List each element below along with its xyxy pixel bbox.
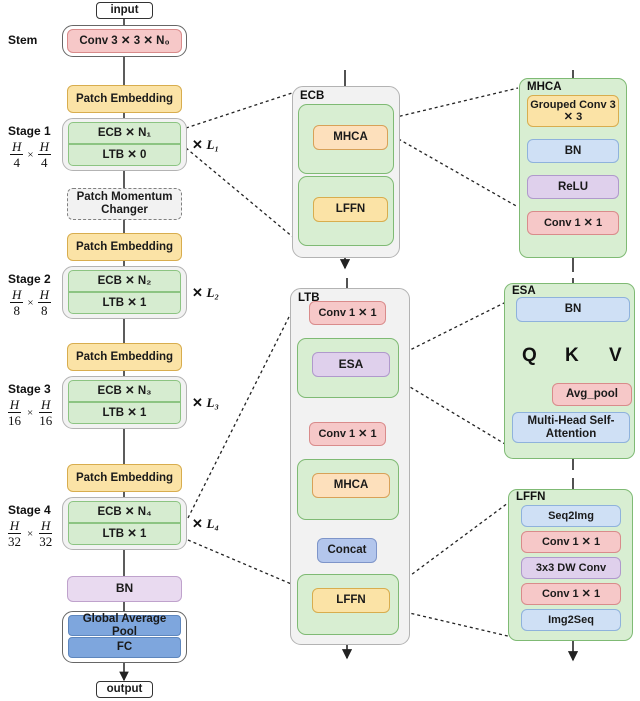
- stage-4-repeat: ✕ L₄: [192, 516, 219, 531]
- lffn-dw-conv: 3x3 DW Conv: [521, 557, 621, 579]
- ecb-title: ECB: [300, 90, 325, 102]
- lffn-seq2img: Seq2Img: [521, 505, 621, 527]
- esa-avg-pool: Avg_pool: [552, 383, 632, 406]
- esa-branch-v: V: [609, 345, 622, 366]
- stage-1-ltb: LTB ✕ 0: [68, 144, 181, 166]
- ltb-conv-mid: Conv 1 ✕ 1: [309, 422, 386, 446]
- stage-3-repeat: ✕ L₃: [192, 395, 219, 410]
- patch-embedding-1: Patch Embedding: [67, 85, 182, 113]
- ltb-concat-block: Concat: [317, 538, 377, 563]
- stage-3-label: Stage 3: [8, 382, 51, 396]
- esa-branch-k: K: [565, 345, 579, 366]
- patch-embedding-4: Patch Embedding: [67, 464, 182, 492]
- stem-conv-block: Conv 3 ✕ 3 ✕ N₀: [67, 29, 182, 53]
- fc-layer: FC: [68, 637, 181, 658]
- input-node: input: [96, 2, 153, 19]
- stem-label: Stem: [8, 33, 38, 47]
- architecture-diagram: input Stem Conv 3 ✕ 3 ✕ N₀ Patch Embeddi…: [0, 0, 640, 701]
- patch-embedding-2: Patch Embedding: [67, 233, 182, 261]
- mhca-detail-title: MHCA: [527, 81, 562, 93]
- stage-4-ecb: ECB ✕ N₄: [68, 501, 181, 523]
- output-node: output: [96, 681, 153, 698]
- patch-embedding-3: Patch Embedding: [67, 343, 182, 371]
- ltb-conv-in: Conv 1 ✕ 1: [309, 301, 386, 325]
- res-num: H: [10, 139, 24, 155]
- mhca-relu: ReLU: [527, 175, 619, 199]
- ltb-lffn-block: LFFN: [312, 588, 390, 613]
- stage-3-ecb: ECB ✕ N₃: [68, 380, 181, 402]
- stage-2-repeat: ✕ L₂: [192, 285, 219, 300]
- esa-branch-q: Q: [522, 345, 537, 366]
- stage-1-repeat: ✕ L₁: [192, 137, 219, 152]
- ecb-lffn-block: LFFN: [313, 197, 388, 222]
- stage-2-ltb: LTB ✕ 1: [68, 292, 181, 314]
- lffn-detail-title: LFFN: [516, 491, 546, 503]
- lffn-img2seq: Img2Seq: [521, 609, 621, 631]
- esa-detail-title: ESA: [512, 285, 536, 297]
- stage-2-resolution: H8 × H8: [10, 287, 51, 318]
- stage-4-resolution: H 32 × H 32: [7, 518, 53, 549]
- esa-bn: BN: [516, 297, 630, 322]
- lffn-conv-1x1-a: Conv 1 ✕ 1: [521, 531, 621, 553]
- stage-1-label: Stage 1: [8, 124, 51, 138]
- global-average-pool: Global Average Pool: [68, 613, 181, 638]
- stage-1-ecb: ECB ✕ N₁: [68, 122, 181, 144]
- mhca-conv-1x1: Conv 1 ✕ 1: [527, 211, 619, 235]
- stage-2-label: Stage 2: [8, 272, 51, 286]
- backbone-bn: BN: [67, 576, 182, 602]
- esa-multi-head-self-attention: Multi-Head Self-Attention: [512, 412, 630, 443]
- stage-4-label: Stage 4: [8, 503, 51, 517]
- ecb-mhca-block: MHCA: [313, 125, 388, 150]
- lffn-conv-1x1-b: Conv 1 ✕ 1: [521, 583, 621, 605]
- mhca-bn: BN: [527, 139, 619, 163]
- ltb-title: LTB: [298, 292, 320, 304]
- stage-3-resolution: H 16 × H 16: [7, 397, 53, 428]
- patch-momentum-changer: Patch Momentum Changer: [67, 188, 182, 220]
- ltb-mhca-block: MHCA: [312, 473, 390, 498]
- stage-1-resolution: H4 × H4: [10, 139, 51, 170]
- stage-2-ecb: ECB ✕ N₂: [68, 270, 181, 292]
- stage-3-ltb: LTB ✕ 1: [68, 402, 181, 424]
- mhca-grouped-conv: Grouped Conv 3 ✕ 3: [527, 95, 619, 127]
- stage-4-ltb: LTB ✕ 1: [68, 523, 181, 545]
- ltb-esa-block: ESA: [312, 352, 390, 377]
